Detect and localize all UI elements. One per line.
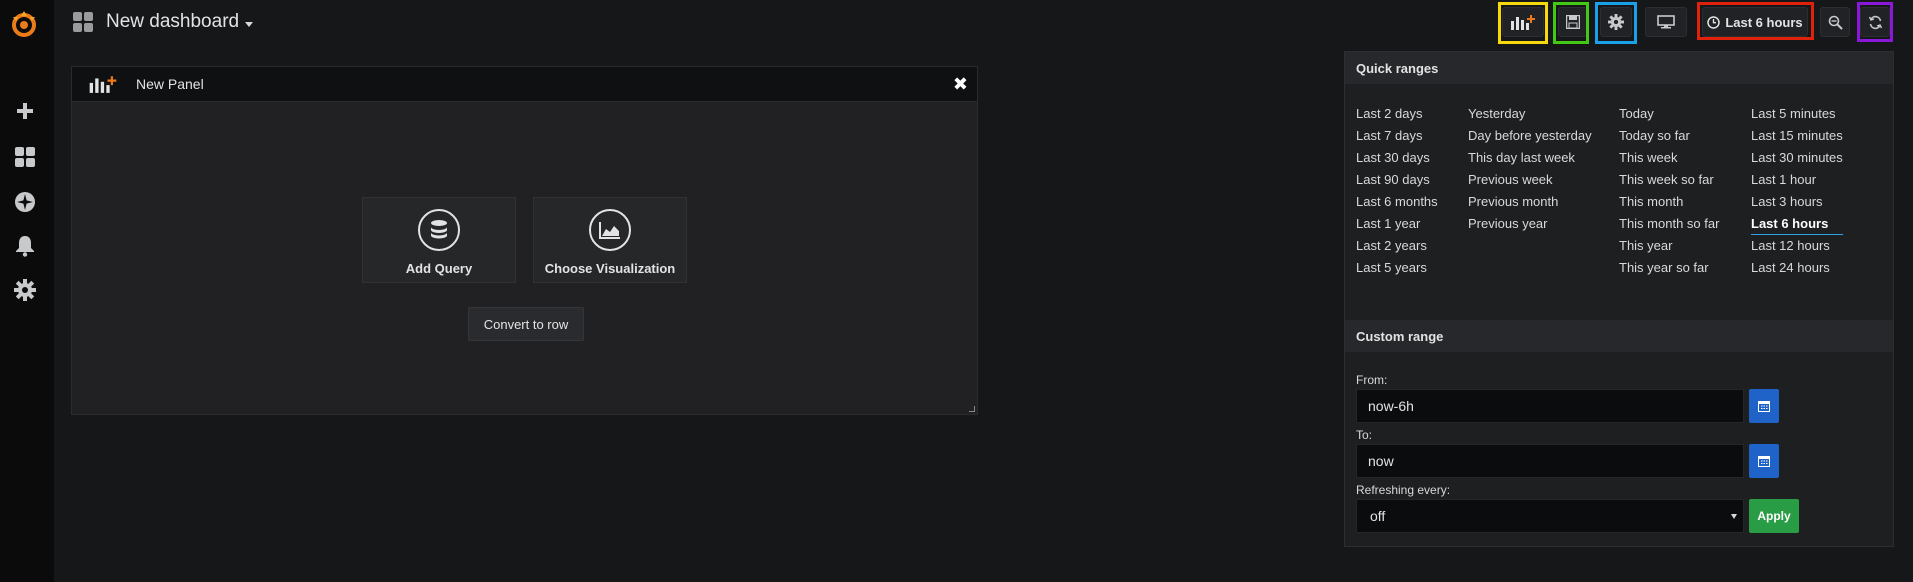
quick-range-item[interactable]: This week so far <box>1619 171 1719 193</box>
quick-range-item[interactable]: Yesterday <box>1468 105 1592 127</box>
sidebar <box>0 0 54 582</box>
add-query-label: Add Query <box>405 261 473 276</box>
quick-range-item[interactable]: Last 90 days <box>1356 171 1438 193</box>
quick-range-item[interactable]: This day last week <box>1468 149 1592 171</box>
quick-range-item[interactable]: Last 5 minutes <box>1751 105 1843 127</box>
time-range-label: Last 6 hours <box>1725 14 1803 30</box>
chevron-down-icon <box>1731 514 1737 519</box>
from-field[interactable]: now-6h <box>1356 389 1744 423</box>
choose-visualization-button[interactable]: Choose Visualization <box>533 197 687 283</box>
zoom-out-icon <box>1828 15 1843 30</box>
dashboard-grid-icon <box>72 11 94 33</box>
from-label: From: <box>1356 373 1388 387</box>
clock-icon <box>1707 15 1721 29</box>
chevron-down-icon <box>245 21 254 27</box>
to-label: To: <box>1356 428 1373 442</box>
refresh-button[interactable] <box>1860 7 1890 37</box>
quick-range-item[interactable]: Last 30 minutes <box>1751 149 1843 171</box>
to-calendar-button[interactable] <box>1749 444 1779 478</box>
quick-range-item[interactable]: Last 6 months <box>1356 193 1438 215</box>
quick-range-item[interactable]: This month <box>1619 193 1719 215</box>
quick-range-item[interactable]: Previous year <box>1468 215 1592 237</box>
add-panel-button[interactable] <box>1502 7 1544 37</box>
quick-range-item[interactable]: This year <box>1619 237 1719 259</box>
quick-range-item[interactable]: Last 2 days <box>1356 105 1438 127</box>
quick-range-item[interactable]: Previous month <box>1468 193 1592 215</box>
tv-mode-button[interactable] <box>1645 7 1687 37</box>
time-range-button[interactable]: Last 6 hours <box>1702 7 1808 37</box>
quick-range-item[interactable]: Last 24 hours <box>1751 259 1843 281</box>
close-icon[interactable]: ✖ <box>953 75 968 93</box>
from-calendar-button[interactable] <box>1749 389 1779 423</box>
quick-range-item[interactable]: Last 1 hour <box>1751 171 1843 193</box>
quick-range-item[interactable]: Last 7 days <box>1356 127 1438 149</box>
to-field[interactable]: now <box>1356 444 1744 478</box>
dashboard-settings-button[interactable] <box>1600 7 1632 37</box>
refresh-icon <box>1868 15 1882 29</box>
quick-range-item[interactable]: Day before yesterday <box>1468 127 1592 149</box>
add-query-button[interactable]: Add Query <box>362 197 516 283</box>
quick-range-item[interactable]: Today so far <box>1619 127 1719 149</box>
quick-ranges-column-1: Last 2 days Last 7 days Last 30 days Last 9… <box>1356 105 1438 281</box>
refresh-label: Refreshing every: <box>1356 483 1451 497</box>
choose-visualization-label: Choose Visualization <box>544 261 676 276</box>
gear-icon[interactable] <box>12 277 38 303</box>
save-dashboard-button[interactable] <box>1558 7 1588 37</box>
quick-range-item[interactable]: Today <box>1619 105 1719 127</box>
panel-title: New Panel <box>136 76 204 92</box>
quick-range-item[interactable]: Last 2 years <box>1356 237 1438 259</box>
dashboards-icon[interactable] <box>12 144 38 170</box>
dashboard-title-picker[interactable]: New dashboard <box>72 10 254 34</box>
database-icon <box>418 209 460 251</box>
quick-range-item[interactable]: Previous week <box>1468 171 1592 193</box>
area-chart-icon <box>589 209 631 251</box>
calendar-icon <box>1758 401 1770 412</box>
plus-icon[interactable] <box>12 98 38 124</box>
quick-ranges-title: Quick ranges <box>1345 52 1893 84</box>
quick-range-item[interactable]: This week <box>1619 149 1719 171</box>
quick-range-item[interactable]: Last 6 hours <box>1751 215 1843 235</box>
custom-range-title: Custom range <box>1345 320 1893 352</box>
quick-ranges-column-2: Yesterday Day before yesterday This day la… <box>1468 105 1592 237</box>
dashboard-title: New dashboard <box>106 11 240 32</box>
calendar-icon <box>1758 456 1770 467</box>
quick-range-item[interactable]: Last 3 hours <box>1751 193 1843 215</box>
refresh-interval-select[interactable]: off <box>1356 499 1744 533</box>
panel-header: New Panel <box>72 67 977 102</box>
gear-icon <box>1608 14 1624 30</box>
add-panel-icon <box>1511 15 1535 30</box>
new-panel: New Panel ✖ Add Query Choose Visualizati… <box>71 66 978 415</box>
refresh-interval-value: off <box>1370 508 1386 524</box>
quick-range-item[interactable]: This year so far <box>1619 259 1719 281</box>
grafana-logo-icon[interactable] <box>8 8 40 40</box>
quick-range-item[interactable]: Last 5 years <box>1356 259 1438 281</box>
time-picker-dropdown: Quick ranges Last 2 days Last 7 days Last … <box>1344 51 1894 547</box>
quick-range-item[interactable]: Last 1 year <box>1356 215 1438 237</box>
convert-to-row-button[interactable]: Convert to row <box>468 307 584 341</box>
apply-button[interactable]: Apply <box>1749 499 1799 533</box>
quick-ranges-column-3: Today Today so far This week This week so f… <box>1619 105 1719 281</box>
resize-handle[interactable] <box>969 406 975 412</box>
save-icon <box>1566 15 1580 29</box>
quick-range-item[interactable]: This month so far <box>1619 215 1719 237</box>
quick-range-item[interactable]: Last 30 days <box>1356 149 1438 171</box>
quick-range-item[interactable]: Last 15 minutes <box>1751 127 1843 149</box>
bell-icon[interactable] <box>12 233 38 259</box>
monitor-icon <box>1657 15 1675 29</box>
add-panel-icon <box>89 76 117 93</box>
quick-range-item[interactable]: Last 12 hours <box>1751 237 1843 259</box>
quick-ranges-column-4: Last 5 minutes Last 15 minutes Last 30 min… <box>1751 105 1843 281</box>
zoom-out-button[interactable] <box>1820 7 1850 37</box>
explore-compass-icon[interactable] <box>12 189 38 215</box>
